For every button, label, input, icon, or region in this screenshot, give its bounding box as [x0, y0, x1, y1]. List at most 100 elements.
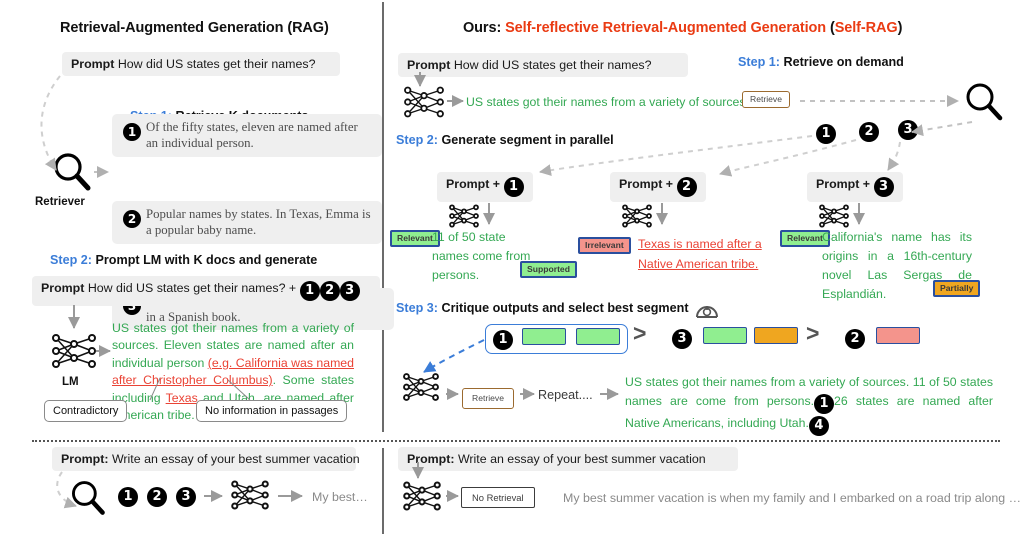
bottom-right-output: My best summer vacation is when my famil…: [563, 491, 1021, 505]
left-panel-title: Retrieval-Augmented Generation (RAG): [60, 20, 329, 36]
left-document-1: 1 Of the fifty states, eleven are named …: [112, 114, 382, 157]
right-prompt-text: How did US states get their names?: [453, 58, 652, 72]
column-2-header: Prompt + 2: [610, 172, 706, 202]
ranking-item-2: 3: [672, 327, 798, 349]
badge-irrelevant-column-2: Irrelevant: [578, 237, 631, 254]
right-step2-text: Generate segment in parallel: [441, 133, 614, 147]
ranking-item-3: 2: [845, 327, 921, 349]
horizontal-divider: [32, 440, 1000, 442]
ranking-item-1-selected: 1: [485, 324, 628, 354]
left-document-2: 2 Popular names by states. In Texas, Emm…: [112, 200, 382, 244]
prompt2-doc-3: 3: [339, 281, 360, 301]
left-step2-text: Prompt LM with K docs and generate: [95, 253, 318, 267]
bottom-left-prompt-text: Write an essay of your best summer vacat…: [111, 452, 360, 466]
left-prompt-bar: Prompt How did US states get their names…: [62, 52, 340, 76]
lm-icon-bottom-left: [228, 477, 272, 513]
right-step3-heading: Step 3: Critique outputs and select best…: [396, 301, 689, 315]
lm-icon-column-1: [446, 202, 482, 230]
right-step1-heading: Step 1: Retrieve on demand: [738, 55, 904, 69]
ranking-separator-1: >: [633, 320, 647, 346]
prompt2-doc-1: 1: [299, 281, 320, 301]
tooltip-contradictory: Contradictory: [44, 400, 128, 422]
retriever-label: Retriever: [35, 196, 85, 208]
right-step2-heading: Step 2: Generate segment in parallel: [396, 133, 614, 147]
ranking-2-doc: 3: [672, 329, 692, 349]
ranking-1-bar-2: [575, 328, 620, 346]
ranking-separator-2: >: [806, 320, 820, 346]
vertical-divider-top: [382, 2, 384, 432]
right-doc-circle-3: 3: [898, 120, 918, 140]
right-prompt-bar: Prompt How did US states get their names…: [398, 53, 688, 77]
right-step1-number: Step 1:: [738, 55, 780, 69]
left-prompt2-text: How did US states get their names? +: [87, 281, 297, 295]
title-ours-prefix: Ours:: [463, 20, 506, 36]
final-mark-2: 4: [808, 416, 829, 437]
left-document-2-text: Popular names by states. In Texas, Emma …: [146, 206, 371, 238]
figure-root: Retrieval-Augmented Generation (RAG) Pro…: [0, 0, 1024, 537]
ranking-1-bar-1: [522, 328, 567, 346]
bottom-right-prompt-bar: Prompt: Write an essay of your best summ…: [398, 447, 738, 471]
title-paren-open: (: [826, 20, 835, 36]
title-red-main: Self-reflective Retrieval-Augmented Gene…: [505, 20, 827, 36]
title-red-abbrev: Self-RAG: [834, 20, 898, 36]
column-3-header-label: Prompt +: [816, 177, 871, 191]
left-prompt-label: Prompt: [71, 57, 115, 71]
bottom-left-doc-1: 1: [118, 487, 138, 507]
final-mark-1: 1: [814, 394, 835, 415]
left-prompt2-label: Prompt: [41, 281, 85, 295]
lm-icon-column-2: [619, 202, 655, 230]
right-step1-output: US states got their names from a variety…: [466, 95, 749, 109]
retrieve-token-final: Retrieve: [462, 388, 514, 409]
right-panel-title: Ours: Self-reflective Retrieval-Augmente…: [463, 20, 902, 36]
tooltip-no-information: No information in passages: [196, 400, 348, 422]
left-prompt-text: How did US states get their names?: [117, 57, 316, 71]
right-step3-text: Critique outputs and select best segment: [441, 301, 689, 315]
badge-partially-column-3: Partially: [933, 280, 981, 297]
retrieve-token-step1: Retrieve: [742, 91, 790, 108]
column-2-output-text: Texas is named after a Native American t…: [638, 237, 762, 272]
output-noinfo-span: Texas: [165, 390, 198, 405]
right-prompt-label: Prompt: [407, 58, 451, 72]
ranking-2-bar-2: [753, 327, 798, 345]
lm-icon-left: [48, 330, 100, 372]
column-3-header: Prompt + 3: [807, 172, 903, 202]
retriever-icon: [50, 150, 94, 194]
bottom-right-prompt-text: Write an essay of your best summer vacat…: [457, 452, 706, 466]
bottom-left-doc-3: 3: [176, 487, 196, 507]
left-step2-number: Step 2:: [50, 253, 92, 267]
column-3-header-doc: 3: [873, 177, 894, 197]
column-1-header-doc: 1: [503, 177, 524, 197]
lm-icon-final: [400, 370, 442, 404]
lm-label-left: LM: [62, 376, 79, 388]
left-step2-heading: Step 2: Prompt LM with K docs and genera…: [50, 253, 317, 267]
left-document-1-text: Of the fifty states, eleven are named af…: [146, 120, 358, 151]
repeat-label: Repeat....: [538, 388, 593, 402]
bottom-left-output: My best…: [312, 490, 368, 504]
bottom-left-prompt-bar: Prompt: Write an essay of your best summ…: [52, 447, 360, 471]
retriever-icon-right: [962, 80, 1006, 124]
right-doc-circle-1: 1: [816, 124, 836, 144]
vertical-divider-bottom: [382, 448, 384, 534]
bottom-left-prompt-label: Prompt:: [61, 452, 109, 466]
lm-icon-bottom-right: [400, 478, 444, 514]
critique-gauge-icon: [694, 298, 720, 322]
ranking-3-doc: 2: [845, 329, 865, 349]
ranking-1-doc: 1: [493, 330, 513, 350]
lm-icon-right-step1: [400, 83, 448, 121]
no-retrieval-token: No Retrieval: [461, 487, 535, 509]
right-step1-text: Retrieve on demand: [783, 55, 904, 69]
final-answer-text: US states got their names from a variety…: [625, 373, 993, 437]
right-step2-number: Step 2:: [396, 133, 438, 147]
badge-supported-column-1: Supported: [520, 261, 577, 278]
right-doc-circle-2: 2: [859, 122, 879, 142]
ranking-2-bar-1: [703, 327, 748, 345]
right-step3-number: Step 3:: [396, 301, 438, 315]
left-prompt2-bar: Prompt How did US states get their names…: [32, 276, 380, 306]
retriever-icon-bottom-left: [68, 478, 108, 518]
ranking-3-bar-1: [876, 327, 921, 345]
bottom-left-doc-2: 2: [147, 487, 167, 507]
prompt2-doc-2: 2: [319, 281, 340, 301]
doc-number-badge: 2: [123, 209, 141, 228]
column-1-header-label: Prompt +: [446, 177, 501, 191]
column-2-header-label: Prompt +: [619, 177, 674, 191]
